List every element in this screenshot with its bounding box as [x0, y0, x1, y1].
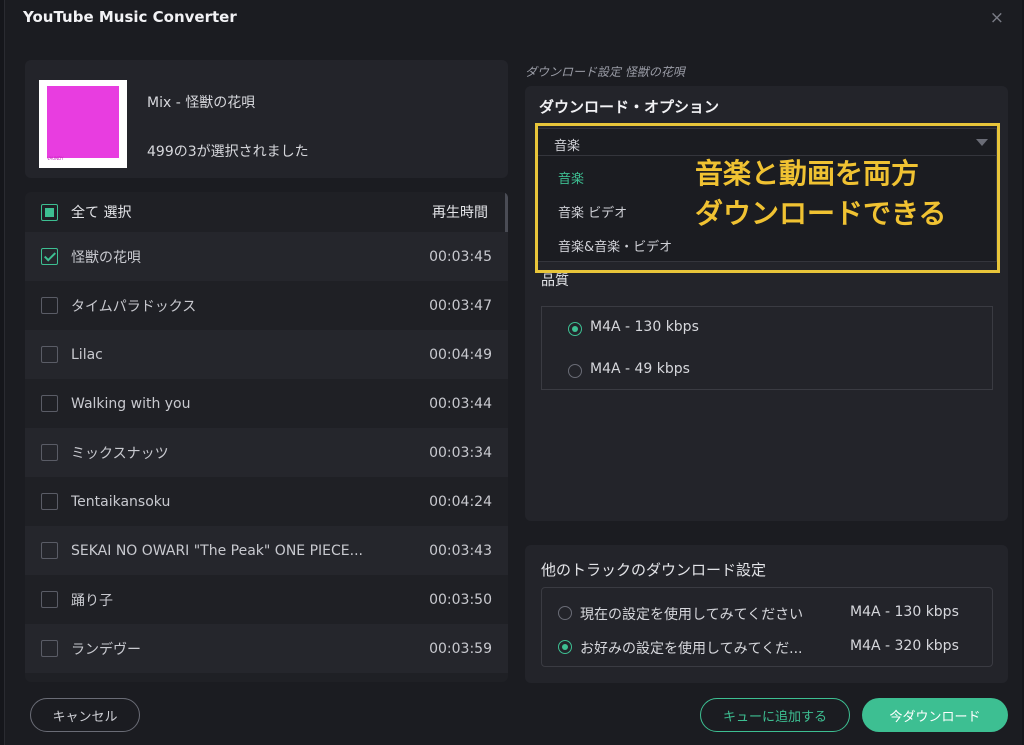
- preferred-settings-option[interactable]: お好みの設定を使用してみてくだ...: [580, 638, 803, 658]
- album-art: [47, 86, 119, 158]
- album-title: Mix - 怪獣の花唄: [147, 95, 256, 111]
- track-checkbox[interactable]: [41, 346, 58, 363]
- annotation-line-1: 音楽と動画を両方: [695, 157, 920, 190]
- track-name: Tentaikansoku: [71, 493, 171, 510]
- track-list-header: 全て 選択 再生時間: [25, 192, 508, 232]
- track-duration: 00:04:24: [429, 493, 492, 510]
- track-row[interactable]: ミックスナッツ 00:03:34: [25, 428, 508, 477]
- close-icon[interactable]: ×: [990, 8, 1004, 28]
- select-all-checkbox[interactable]: [41, 203, 58, 221]
- track-checkbox[interactable]: [41, 395, 58, 412]
- track-duration: 00:03:34: [429, 444, 492, 461]
- track-name: Walking with you: [71, 395, 191, 412]
- track-checkbox[interactable]: [41, 542, 58, 559]
- track-checkbox[interactable]: [41, 493, 58, 510]
- track-duration: 00:03:45: [429, 248, 492, 265]
- track-duration: 00:03:43: [429, 542, 492, 559]
- track-duration: 00:04:49: [429, 346, 492, 363]
- track-name: ミックスナッツ: [71, 445, 169, 462]
- window-title: YouTube Music Converter: [23, 8, 237, 26]
- quality-options: M4A - 130 kbps M4A - 49 kbps: [541, 306, 993, 390]
- track-row[interactable]: ランデヴー 00:03:59: [25, 624, 508, 673]
- quality-label: 品質: [541, 273, 569, 289]
- track-name: タイムパラドックス: [71, 298, 197, 315]
- track-name: SEKAI NO OWARI "The Peak" ONE PIECE...: [71, 542, 363, 559]
- track-name: Lilac: [71, 346, 103, 363]
- track-name: ランデヴー: [71, 641, 141, 658]
- current-settings-value: M4A - 130 kbps: [850, 604, 959, 620]
- track-list: 全て 選択 再生時間 怪獣の花唄 00:03:45 タイムパラドックス 00:0…: [25, 192, 508, 682]
- track-checkbox[interactable]: [41, 297, 58, 314]
- track-checkbox[interactable]: [41, 591, 58, 608]
- album-cover: VAUNDY: [39, 80, 127, 168]
- track-name: 怪獣の花唄: [71, 249, 141, 266]
- add-to-queue-button[interactable]: キューに追加する: [700, 698, 850, 732]
- track-row[interactable]: 踊り子 00:03:50: [25, 575, 508, 624]
- converter-window: YouTube Music Converter × VAUNDY Mix - 怪…: [4, 0, 1022, 745]
- track-duration: 00:03:59: [429, 640, 492, 657]
- track-row[interactable]: SEKAI NO OWARI "The Peak" ONE PIECE... 0…: [25, 526, 508, 575]
- download-now-button[interactable]: 今ダウンロード: [862, 698, 1008, 732]
- other-tracks-title: 他のトラックのダウンロード設定: [541, 561, 767, 579]
- track-checkbox[interactable]: [41, 444, 58, 461]
- album-card: VAUNDY Mix - 怪獣の花唄 499の3が選択されました: [25, 60, 508, 178]
- download-options-title: ダウンロード・オプション: [539, 98, 720, 116]
- selection-count: 499の3が選択されました: [147, 144, 309, 160]
- cancel-button[interactable]: キャンセル: [30, 698, 140, 732]
- preferred-settings-value: M4A - 320 kbps: [850, 638, 959, 654]
- track-row[interactable]: タイムパラドックス 00:03:47: [25, 281, 508, 330]
- track-checkbox[interactable]: [41, 640, 58, 657]
- preferred-settings-radio[interactable]: [558, 640, 572, 654]
- album-cover-text: VAUNDY: [47, 156, 64, 161]
- select-all-label[interactable]: 全て 選択: [71, 202, 131, 222]
- track-checkbox[interactable]: [41, 248, 58, 265]
- current-settings-option[interactable]: 現在の設定を使用してみてください: [580, 604, 803, 624]
- track-row[interactable]: Lilac 00:04:49: [25, 330, 508, 379]
- track-row[interactable]: Walking with you 00:03:44: [25, 379, 508, 428]
- track-duration: 00:03:50: [429, 591, 492, 608]
- quality-option-49[interactable]: M4A - 49 kbps: [590, 361, 690, 377]
- current-settings-radio[interactable]: [558, 606, 572, 620]
- track-duration: 00:03:44: [429, 395, 492, 412]
- track-row[interactable]: 怪獣の花唄 00:03:45: [25, 232, 508, 281]
- track-row[interactable]: Tentaikansoku 00:04:24: [25, 477, 508, 526]
- download-settings-label: ダウンロード設定 怪獣の花唄: [525, 65, 685, 79]
- other-tracks-card: 他のトラックのダウンロード設定 現在の設定を使用してみてください M4A - 1…: [525, 545, 1008, 683]
- track-name: 踊り子: [71, 592, 113, 609]
- quality-radio-49[interactable]: [568, 364, 582, 378]
- quality-option-130[interactable]: M4A - 130 kbps: [590, 319, 699, 335]
- annotation-line-2: ダウンロードできる: [695, 197, 947, 230]
- quality-radio-130[interactable]: [568, 322, 582, 336]
- other-tracks-options: 現在の設定を使用してみてください M4A - 130 kbps お好みの設定を使…: [541, 587, 993, 667]
- duration-header: 再生時間: [432, 205, 488, 221]
- track-duration: 00:03:47: [429, 297, 492, 314]
